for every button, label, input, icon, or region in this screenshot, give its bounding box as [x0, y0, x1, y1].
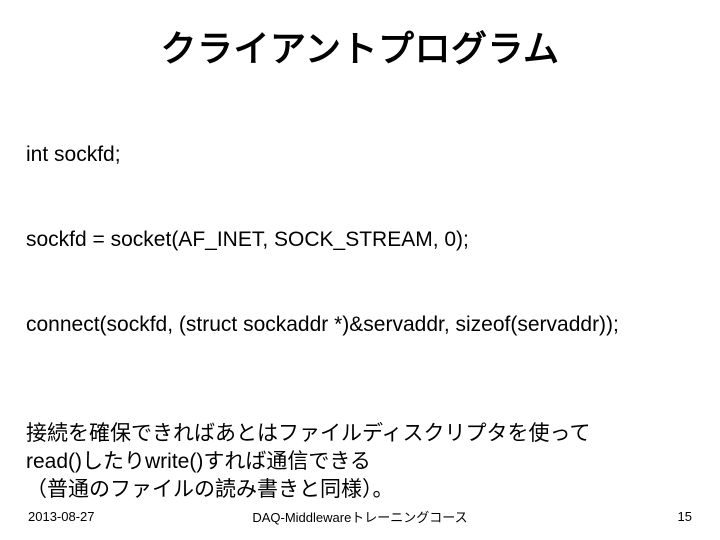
- slide-footer: DAQ-Middlewareトレーニングコース 2013-08-27 15: [0, 509, 720, 524]
- footer-page-number: 15: [678, 509, 692, 524]
- slide: クライアントプログラム int sockfd; sockfd = socket(…: [0, 0, 720, 540]
- footer-course-name: DAQ-Middlewareトレーニングコース: [0, 507, 720, 526]
- code-block-file: FILE *fp; fp = fopen("my_file", "r"): [26, 529, 694, 540]
- text-line: read()したりwrite()すれば通信できる: [26, 448, 694, 476]
- code-line: int sockfd;: [26, 141, 694, 169]
- paragraph-explanation: 接続を確保できればあとはファイルディスクリプタを使って read()したりwri…: [26, 420, 694, 505]
- text-line: （普通のファイルの読み書きと同様）。: [26, 476, 694, 504]
- slide-title: クライアントプログラム: [0, 0, 720, 84]
- code-line: sockfd = socket(AF_INET, SOCK_STREAM, 0)…: [26, 226, 694, 254]
- text-line: 接続を確保できればあとはファイルディスクリプタを使って: [26, 420, 694, 448]
- footer-date: 2013-08-27: [28, 509, 95, 524]
- code-line: connect(sockfd, (struct sockaddr *)&serv…: [26, 311, 694, 339]
- slide-body: int sockfd; sockfd = socket(AF_INET, SOC…: [0, 84, 720, 540]
- code-block-socket: int sockfd; sockfd = socket(AF_INET, SOC…: [26, 84, 694, 396]
